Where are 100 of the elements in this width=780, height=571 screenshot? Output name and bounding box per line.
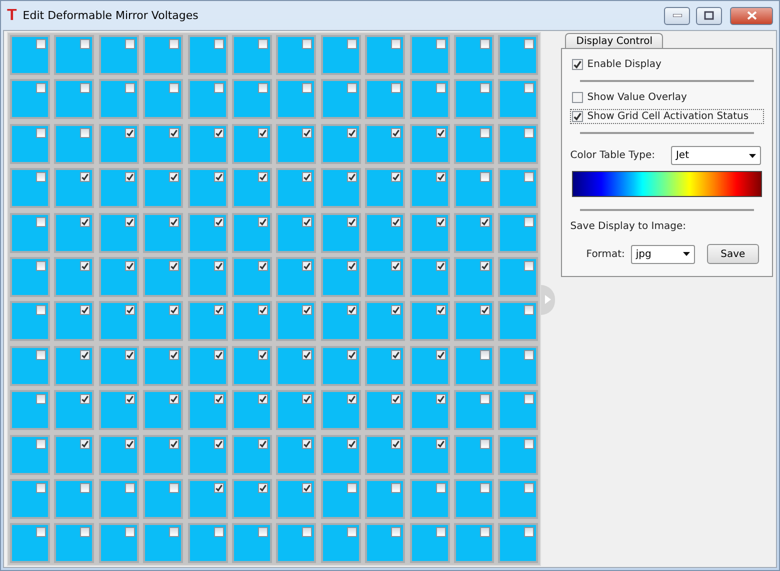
cell-checkbox[interactable] bbox=[524, 438, 534, 449]
cell-checkbox[interactable] bbox=[80, 260, 90, 271]
cell-checkbox[interactable] bbox=[124, 527, 135, 538]
cell-checkbox[interactable] bbox=[436, 482, 446, 493]
cell-checkbox[interactable] bbox=[302, 83, 312, 94]
cell-checkbox[interactable] bbox=[214, 216, 224, 227]
cell-checkbox[interactable] bbox=[169, 172, 180, 182]
cell-checkbox[interactable] bbox=[80, 172, 90, 182]
cell-checkbox[interactable] bbox=[436, 172, 446, 182]
cell-checkbox[interactable] bbox=[124, 39, 135, 49]
cell-checkbox[interactable] bbox=[302, 527, 312, 538]
cell-checkbox[interactable] bbox=[36, 350, 46, 360]
cell-checkbox[interactable] bbox=[302, 260, 312, 271]
checkbox[interactable] bbox=[572, 92, 584, 103]
cell-checkbox[interactable] bbox=[214, 305, 224, 316]
cell-checkbox[interactable] bbox=[302, 350, 312, 360]
cell-checkbox[interactable] bbox=[36, 394, 46, 404]
collapse-handle[interactable] bbox=[541, 284, 556, 314]
cell-checkbox[interactable] bbox=[124, 128, 135, 138]
cell-checkbox[interactable] bbox=[80, 482, 90, 493]
cell-checkbox[interactable] bbox=[480, 260, 490, 271]
cell-checkbox[interactable] bbox=[169, 83, 180, 94]
cell-checkbox[interactable] bbox=[169, 216, 180, 227]
cell-checkbox[interactable] bbox=[302, 128, 312, 138]
cell-checkbox[interactable] bbox=[302, 216, 312, 227]
cell-checkbox[interactable] bbox=[36, 216, 46, 227]
cell-checkbox[interactable] bbox=[258, 83, 268, 94]
cell-checkbox[interactable] bbox=[524, 394, 534, 404]
cell-checkbox[interactable] bbox=[302, 394, 312, 404]
cell-checkbox[interactable] bbox=[169, 394, 180, 404]
cell-checkbox[interactable] bbox=[258, 260, 268, 271]
cell-checkbox[interactable] bbox=[80, 350, 90, 360]
cell-checkbox[interactable] bbox=[524, 260, 534, 271]
cell-checkbox[interactable] bbox=[391, 305, 402, 316]
format-dropdown[interactable]: jpg bbox=[630, 244, 695, 264]
focused-option[interactable]: Show Grid Cell Activation Status bbox=[570, 109, 764, 124]
cell-checkbox[interactable] bbox=[124, 305, 135, 316]
cell-checkbox[interactable] bbox=[346, 83, 357, 94]
cell-checkbox[interactable] bbox=[258, 305, 268, 316]
cell-checkbox[interactable] bbox=[258, 216, 268, 227]
cell-checkbox[interactable] bbox=[36, 482, 46, 493]
cell-checkbox[interactable] bbox=[436, 39, 446, 49]
cell-checkbox[interactable] bbox=[36, 128, 46, 138]
cell-checkbox[interactable] bbox=[80, 394, 90, 404]
cell-checkbox[interactable] bbox=[36, 172, 46, 182]
cell-checkbox[interactable] bbox=[80, 83, 90, 94]
cell-checkbox[interactable] bbox=[436, 260, 446, 271]
cell-checkbox[interactable] bbox=[436, 350, 446, 360]
cell-checkbox[interactable] bbox=[36, 527, 46, 538]
cell-checkbox[interactable] bbox=[346, 260, 357, 271]
cell-checkbox[interactable] bbox=[258, 527, 268, 538]
cell-checkbox[interactable] bbox=[302, 172, 312, 182]
cell-checkbox[interactable] bbox=[346, 216, 357, 227]
cell-checkbox[interactable] bbox=[169, 39, 180, 49]
checkbox[interactable] bbox=[572, 111, 584, 122]
cell-checkbox[interactable] bbox=[302, 305, 312, 316]
cell-checkbox[interactable] bbox=[480, 438, 490, 449]
cell-checkbox[interactable] bbox=[346, 482, 357, 493]
cell-checkbox[interactable] bbox=[169, 438, 180, 449]
cell-checkbox[interactable] bbox=[214, 394, 224, 404]
cell-checkbox[interactable] bbox=[524, 527, 534, 538]
cell-checkbox[interactable] bbox=[258, 482, 268, 493]
cell-checkbox[interactable] bbox=[346, 172, 357, 182]
cell-checkbox[interactable] bbox=[524, 39, 534, 49]
cell-checkbox[interactable] bbox=[524, 216, 534, 227]
save-button[interactable]: Save bbox=[706, 244, 759, 264]
cell-checkbox[interactable] bbox=[391, 394, 402, 404]
cell-checkbox[interactable] bbox=[214, 260, 224, 271]
cell-checkbox[interactable] bbox=[346, 128, 357, 138]
cell-checkbox[interactable] bbox=[391, 172, 402, 182]
cell-checkbox[interactable] bbox=[214, 83, 224, 94]
cell-checkbox[interactable] bbox=[524, 83, 534, 94]
cell-checkbox[interactable] bbox=[169, 350, 180, 360]
minimize-button[interactable] bbox=[664, 6, 690, 24]
cell-checkbox[interactable] bbox=[258, 39, 268, 49]
cell-checkbox[interactable] bbox=[124, 350, 135, 360]
cell-checkbox[interactable] bbox=[480, 350, 490, 360]
display-control-tab[interactable]: Display Control bbox=[565, 33, 664, 48]
cell-checkbox[interactable] bbox=[346, 39, 357, 49]
cell-checkbox[interactable] bbox=[124, 482, 135, 493]
cell-checkbox[interactable] bbox=[258, 438, 268, 449]
cell-checkbox[interactable] bbox=[436, 527, 446, 538]
cell-checkbox[interactable] bbox=[124, 172, 135, 182]
cell-checkbox[interactable] bbox=[346, 527, 357, 538]
maximize-button[interactable] bbox=[696, 6, 722, 24]
cell-checkbox[interactable] bbox=[214, 482, 224, 493]
cell-checkbox[interactable] bbox=[346, 350, 357, 360]
cell-checkbox[interactable] bbox=[524, 172, 534, 182]
cell-checkbox[interactable] bbox=[436, 394, 446, 404]
cell-checkbox[interactable] bbox=[391, 216, 402, 227]
cell-checkbox[interactable] bbox=[391, 39, 402, 49]
cell-checkbox[interactable] bbox=[346, 394, 357, 404]
cell-checkbox[interactable] bbox=[124, 260, 135, 271]
cell-checkbox[interactable] bbox=[436, 128, 446, 138]
cell-checkbox[interactable] bbox=[124, 438, 135, 449]
cell-checkbox[interactable] bbox=[480, 83, 490, 94]
cell-checkbox[interactable] bbox=[391, 438, 402, 449]
cell-checkbox[interactable] bbox=[80, 39, 90, 49]
cell-checkbox[interactable] bbox=[524, 350, 534, 360]
cell-checkbox[interactable] bbox=[391, 260, 402, 271]
